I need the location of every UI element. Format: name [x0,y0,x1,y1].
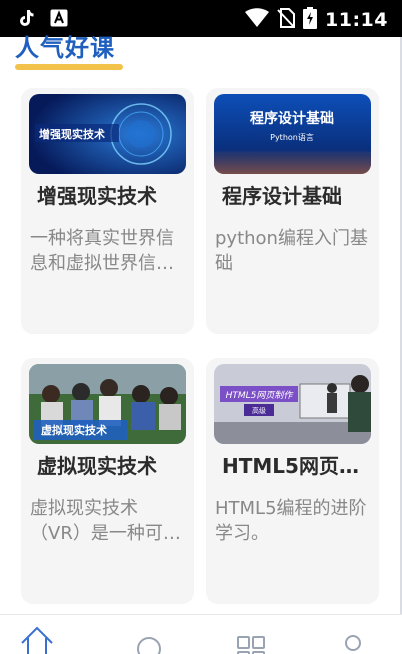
course-description: python编程入门基础 [215,228,368,274]
nav-item-home[interactable] [20,615,80,654]
course-description: 一种将真实世界信息和虚拟世界信息无缝集成的技术 [30,228,174,274]
thumb-caption: 程序设计基础 [250,110,334,127]
thumb-caption: 虚拟现实技术 [41,423,107,437]
section-title-underline [15,64,123,70]
course-description: 虚拟现实技术（VR）是一种可以创建和体验虚拟世界的技术 [30,498,181,544]
thumb-subcaption: Python语言 [270,132,314,142]
status-time: 11:14 [325,9,388,31]
course-card-ar[interactable]: 增强现实技术 增强现实技术 一种将真实世界信息和虚拟世界信息无缝集成的技术 [21,88,194,334]
battery-charging-icon [303,7,318,33]
status-right-icons: 11:14 [245,7,388,33]
thumb-subcaption: 高级 [252,406,266,415]
font-a-icon [50,9,68,31]
course-title: HTML5网页制作 [222,454,370,478]
nav-item-profile[interactable] [326,615,386,654]
course-title: 虚拟现实技术 [37,454,157,478]
tiktok-icon [18,9,34,31]
course-card-vr[interactable]: 虚拟现实技术 虚拟现实技术 虚拟现实技术（VR）是一种可以创建和体验虚拟世界的技… [21,358,194,604]
wifi-icon [245,8,270,32]
no-sim-icon [277,8,296,32]
nav-item-category[interactable] [224,615,284,654]
nav-item-search[interactable] [122,615,182,654]
course-description: HTML5编程的进阶学习。 [215,498,367,544]
status-left-icons [18,9,68,31]
course-card-html5[interactable]: HTML5网页制作 高级 HTML5网页制作 HTML5编程的进阶学习。 [206,358,379,604]
course-thumbnail-ar: 增强现实技术 [29,94,186,174]
bottom-nav [0,614,402,654]
thumb-caption: HTML5网页制作 [226,390,295,401]
thumb-caption: 增强现实技术 [39,127,105,141]
course-thumbnail-vr: 虚拟现实技术 [29,364,186,444]
course-title: 增强现实技术 [37,184,157,208]
course-thumbnail-html5: HTML5网页制作 高级 [214,364,371,444]
course-thumbnail-programming: 程序设计基础 Python语言 [214,94,371,174]
course-card-programming[interactable]: 程序设计基础 Python语言 程序设计基础 python编程入门基础 [206,88,379,334]
section-title: 人气好课 [15,34,115,62]
course-title: 程序设计基础 [222,184,342,208]
